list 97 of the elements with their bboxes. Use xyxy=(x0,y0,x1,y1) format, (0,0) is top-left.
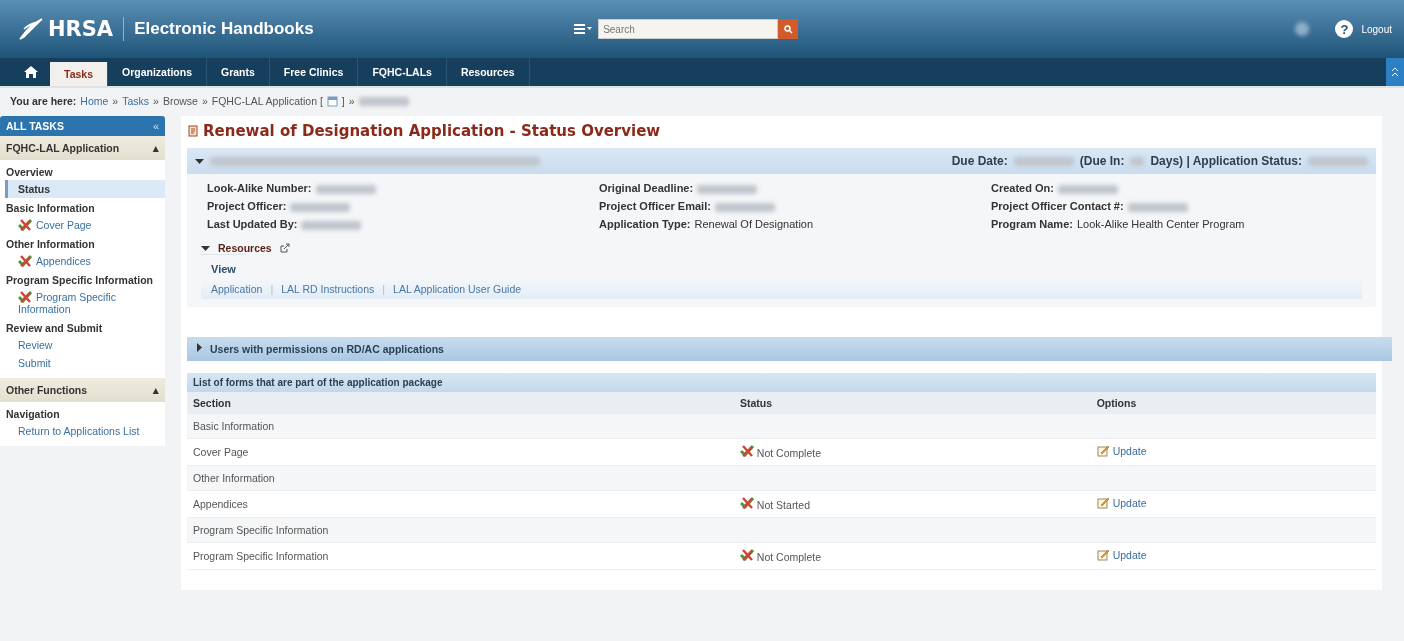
panel-title[interactable]: Users with permissions on RD/AC applications xyxy=(210,343,444,355)
sidebar-item[interactable]: Status xyxy=(5,180,165,198)
breadcrumb-text: ] xyxy=(341,95,345,107)
sidebar-item[interactable]: Cover Page xyxy=(0,216,165,234)
logout-link[interactable]: Logout xyxy=(1361,23,1392,35)
status-icon xyxy=(18,291,32,303)
breadcrumb-separator: » xyxy=(112,95,119,107)
field-label: Look-Alike Number: xyxy=(207,182,312,194)
breadcrumb-label: You are here: xyxy=(10,95,77,107)
sidebar-item[interactable]: Return to Applications List xyxy=(0,422,165,440)
nav-tab[interactable]: FQHC-LALs xyxy=(358,58,447,86)
redacted-value xyxy=(1013,156,1074,166)
field-value: Renewal Of Designation xyxy=(694,218,814,230)
field-label: Project Officer Contact #: xyxy=(991,200,1124,212)
sidebar-item[interactable]: Appendices xyxy=(0,252,165,270)
document-icon xyxy=(187,125,199,137)
status-text: Not Complete xyxy=(739,551,822,563)
table-cell: Cover Page xyxy=(187,438,734,466)
field-label: Application Type: xyxy=(599,218,691,230)
field-label: Project Officer: xyxy=(207,200,287,212)
breadcrumb-separator: » xyxy=(201,95,208,107)
help-button[interactable]: ? xyxy=(1335,20,1354,38)
link-separator: | xyxy=(270,283,274,295)
search-button[interactable] xyxy=(778,19,799,39)
field-label: Original Deadline: xyxy=(599,182,694,194)
breadcrumb-text: FQHC-LAL Application [ xyxy=(211,95,323,107)
link-separator: | xyxy=(382,283,386,295)
page-title: Renewal of Designation Application - Status Overview xyxy=(203,122,661,140)
due-in-label: (Due In: xyxy=(1079,154,1125,168)
status-icon xyxy=(739,445,754,457)
breadcrumb-separator: » xyxy=(153,95,159,107)
status-text: Not Started xyxy=(739,499,810,511)
update-link[interactable]: Update xyxy=(1096,497,1147,509)
application-status-label: Days) | Application Status: xyxy=(1150,154,1302,168)
group-row: Basic Information xyxy=(187,414,1376,439)
caret-right-icon[interactable] xyxy=(195,343,204,352)
breadcrumb-separator: » xyxy=(348,95,355,107)
table-title: List of forms that are part of the application package xyxy=(187,373,1376,392)
nav-tab[interactable]: Organizations xyxy=(108,58,207,86)
redacted-value xyxy=(1130,156,1145,166)
status-icon xyxy=(18,219,32,231)
column-header: Status xyxy=(733,392,1091,414)
collapse-icon[interactable] xyxy=(1386,58,1404,86)
sidebar-panel-header[interactable]: FQHC-LAL Application ▴ xyxy=(0,136,165,160)
sidebar-item[interactable]: Submit xyxy=(0,354,165,372)
status-icon xyxy=(739,497,754,509)
edit-icon xyxy=(1096,497,1110,509)
resource-link[interactable]: LAL Application User Guide xyxy=(393,283,522,295)
nav-tab[interactable]: Free Clinics xyxy=(269,58,359,86)
sidebar-item[interactable]: Review xyxy=(0,336,165,354)
field-label: Created On: xyxy=(991,182,1054,194)
section-title: Resources xyxy=(218,242,272,254)
caret-down-icon[interactable] xyxy=(195,156,204,166)
edit-icon xyxy=(1096,445,1110,457)
status-icon xyxy=(739,549,754,561)
update-link[interactable]: Update xyxy=(1096,445,1147,457)
field-value: Look-Alike Health Center Program xyxy=(1076,218,1245,230)
due-date-label: Due Date: xyxy=(951,154,1008,168)
status-icon xyxy=(18,255,32,267)
field-label: Program Name: xyxy=(991,218,1073,230)
update-link[interactable]: Update xyxy=(1096,549,1147,561)
sidebar-panel-header[interactable]: Other Functions ▴ xyxy=(0,378,165,402)
caret-down-icon[interactable] xyxy=(201,243,210,253)
sidebar-item[interactable]: Program Specific Information xyxy=(0,288,165,318)
app-title: Electronic Handbooks xyxy=(134,19,315,39)
sidebar-group-title: Basic Information xyxy=(5,201,96,216)
sidebar-group-title: Other Information xyxy=(5,237,96,252)
breadcrumb-link[interactable]: Tasks xyxy=(122,95,150,107)
search-field[interactable]: Search xyxy=(598,19,779,39)
group-row: Program Specific Information xyxy=(187,517,1376,543)
breadcrumb-link[interactable]: Home xyxy=(80,95,109,107)
sidebar-group-title: Overview xyxy=(5,165,54,180)
hrsa-logo: HRSA xyxy=(18,17,125,41)
external-link-icon[interactable] xyxy=(279,243,290,253)
table-cell: Appendices xyxy=(187,490,734,518)
sidebar-title: ALL TASKS xyxy=(6,120,64,132)
nav-tab[interactable]: Grants xyxy=(207,58,270,86)
nav-tab[interactable]: Tasks xyxy=(50,62,108,86)
group-row: Other Information xyxy=(187,465,1376,491)
sidebar-group-title: Program Specific Information xyxy=(5,273,155,288)
collapse-button[interactable]: « xyxy=(152,120,159,132)
sidebar-group-title: Review and Submit xyxy=(5,321,104,336)
search-icon xyxy=(783,24,793,34)
resource-link[interactable]: LAL RD Instructions xyxy=(281,283,375,295)
field-label: Last Updated By: xyxy=(207,218,298,230)
column-header: Options xyxy=(1090,392,1376,414)
status-text: Not Complete xyxy=(739,447,822,459)
sidebar-group-title: Navigation xyxy=(5,407,61,422)
resource-link[interactable]: Application xyxy=(211,283,263,295)
nav-tab[interactable]: Resources xyxy=(446,58,530,86)
redacted-value xyxy=(1308,156,1368,166)
breadcrumb-text: Browse xyxy=(162,95,198,107)
column-header: Section xyxy=(187,392,734,414)
table-cell: Program Specific Information xyxy=(187,542,734,570)
field-label: Project Officer Email: xyxy=(599,200,711,212)
edit-icon xyxy=(1096,549,1110,561)
menu-icon[interactable] xyxy=(574,24,593,34)
